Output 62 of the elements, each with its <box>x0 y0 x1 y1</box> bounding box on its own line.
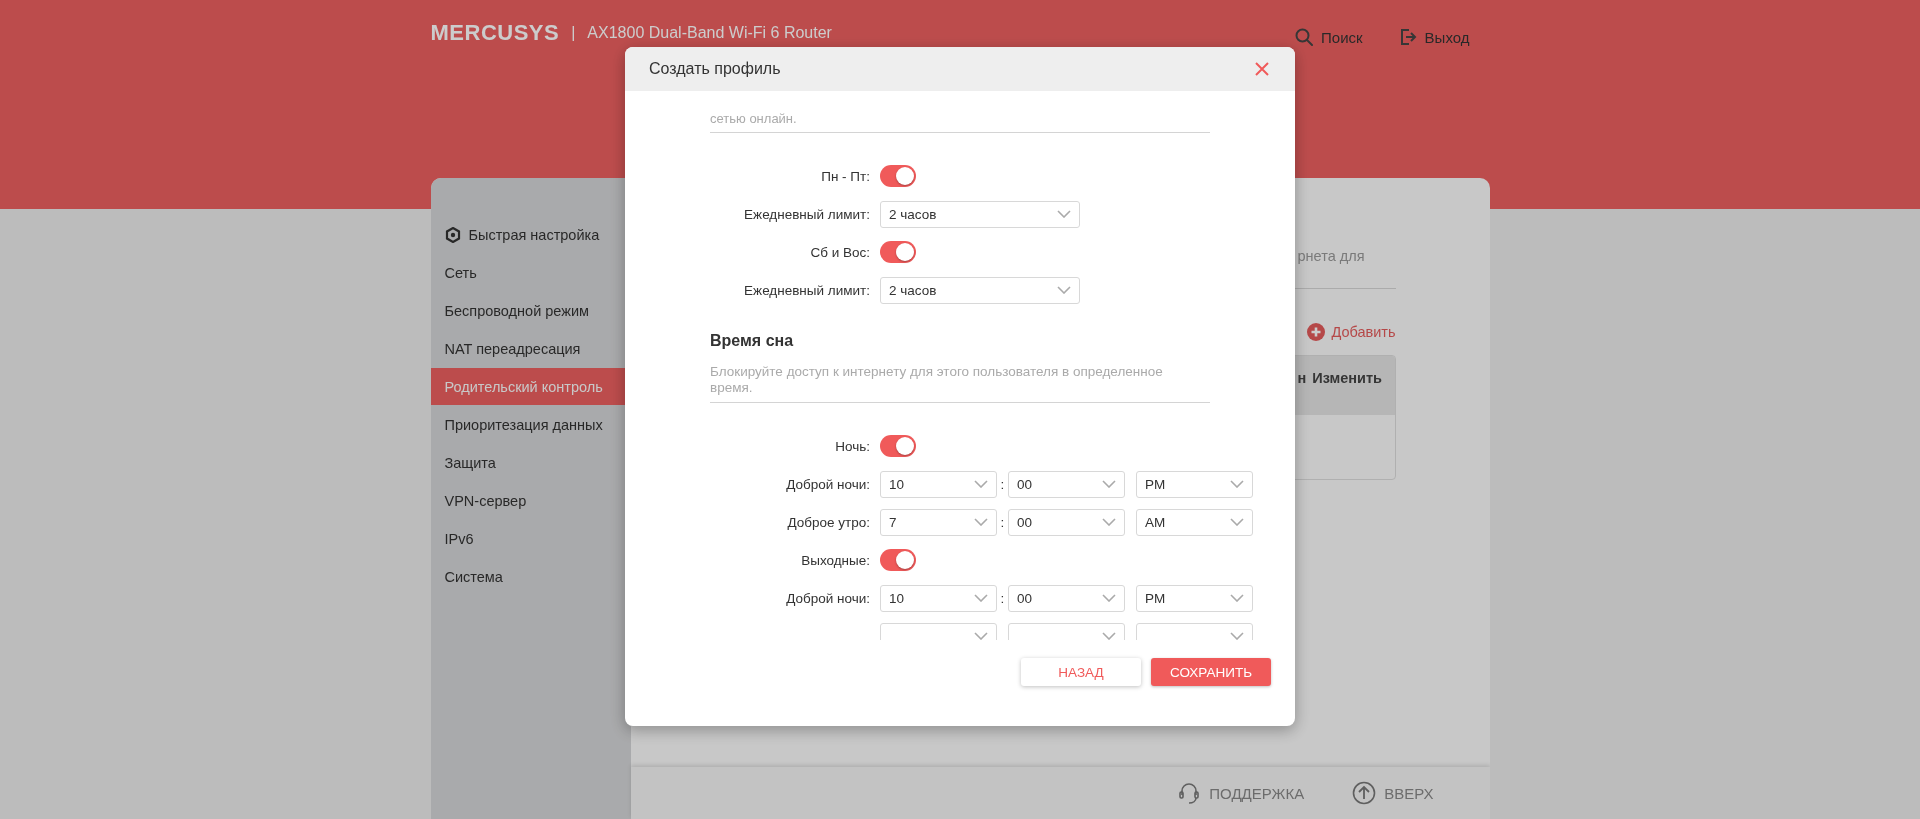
select-field[interactable]: PM <box>1136 584 1253 612</box>
gear-icon <box>444 226 461 243</box>
chevron-down-icon <box>974 518 988 526</box>
select-field[interactable]: 00 <box>1008 470 1125 498</box>
field-label: Доброе утро: <box>786 514 870 530</box>
chevron-down-icon <box>974 632 988 640</box>
description-text: сетью онлайн. <box>710 111 798 126</box>
toggle-switch[interactable] <box>880 549 916 571</box>
chevron-down-icon <box>1102 480 1116 488</box>
save-button[interactable]: СОХРАНИТЬ <box>1151 658 1271 686</box>
chevron-down-icon <box>1230 518 1244 526</box>
chevron-down-icon <box>974 594 988 602</box>
field-label: Сб и Вос: <box>809 244 870 260</box>
dialog-title: Создать профиль <box>649 60 781 78</box>
back-button[interactable]: НАЗАД <box>1021 658 1141 686</box>
field-label: Пн - Пт: <box>820 168 870 184</box>
arrow-up-icon <box>1352 781 1377 805</box>
description-text: Блокируйте доступ к интернету для этого пользователя в определенное время. <box>710 364 1164 396</box>
chevron-down-icon <box>1057 286 1071 294</box>
router-model: AX1800 Dual-Band Wi-Fi 6 Router <box>587 24 832 42</box>
chevron-down-icon <box>974 480 988 488</box>
toggle-switch[interactable] <box>880 241 916 263</box>
select-field[interactable]: 00 <box>1008 508 1125 536</box>
select-field[interactable]: 10 <box>880 470 997 498</box>
logout-icon <box>1398 28 1417 46</box>
column-header: н <box>1297 370 1307 388</box>
separator: | <box>571 24 576 42</box>
column-header: Изменить <box>1312 370 1382 388</box>
chevron-down-icon <box>1230 594 1244 602</box>
description-text: рнета для <box>1296 248 1366 264</box>
chevron-down-icon <box>1102 594 1116 602</box>
close-icon <box>1255 62 1269 76</box>
chevron-down-icon <box>1102 632 1116 640</box>
field-label: Доброй ночи: <box>785 476 870 492</box>
field-label: Ночь: <box>834 438 870 454</box>
field-label: Ежедневный лимит: <box>743 206 870 222</box>
chevron-down-icon <box>1230 480 1244 488</box>
sidebar-item[interactable]: Быстрая настройка <box>430 216 631 253</box>
field-label: Выходные: <box>800 552 870 568</box>
select-field[interactable]: 7 <box>880 508 997 536</box>
select-field[interactable]: AM <box>1136 508 1253 536</box>
headset-icon <box>1177 781 1202 805</box>
chevron-down-icon <box>1230 632 1244 640</box>
select-field[interactable]: 10 <box>880 584 997 612</box>
time-separator: : <box>999 590 1006 606</box>
brand-logo: MERCUSYS <box>430 20 560 46</box>
toggle-switch[interactable] <box>880 435 916 457</box>
select-field[interactable]: 2 часов <box>880 276 1080 304</box>
chevron-down-icon <box>1102 518 1116 526</box>
field-label: Доброй ночи: <box>785 590 870 606</box>
toggle-switch[interactable] <box>880 165 916 187</box>
section-title: Время сна <box>710 332 795 350</box>
select-field[interactable]: PM <box>1136 470 1253 498</box>
time-separator: : <box>999 476 1006 492</box>
close-button[interactable] <box>1253 60 1271 78</box>
time-separator: : <box>999 514 1006 530</box>
select-field[interactable]: 2 часов <box>880 200 1080 228</box>
field-label: Ежедневный лимит: <box>743 282 870 298</box>
select-field[interactable]: 00 <box>1008 584 1125 612</box>
chevron-down-icon <box>1057 210 1071 218</box>
search-icon <box>1295 28 1314 46</box>
plus-circle-icon <box>1307 323 1326 341</box>
